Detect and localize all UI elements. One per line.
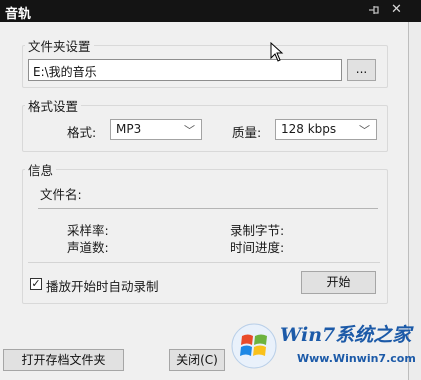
watermark-text: Win7系统之家 (280, 324, 412, 346)
channels-label: 声道数: (67, 240, 109, 255)
open-archive-folder-button[interactable]: 打开存档文件夹 (3, 349, 124, 371)
window-title: 音轨 (5, 7, 32, 22)
pin-icon[interactable] (367, 3, 381, 21)
chevron-down-icon: ﹀ (184, 124, 195, 137)
info-divider (38, 208, 378, 209)
time-progress-label: 时间进度: (230, 240, 285, 255)
format-label: 格式: (67, 125, 97, 140)
start-button[interactable]: 开始 (301, 271, 376, 294)
close-icon[interactable]: ✕ (391, 3, 402, 17)
watermark-url: Www.Winwin7.com (297, 352, 416, 365)
format-select-value: MP3 (116, 122, 142, 136)
chevron-down-icon: ﹀ (359, 124, 370, 137)
folder-path-input[interactable]: E:\我的音乐 (28, 59, 342, 81)
format-settings-legend: 格式设置 (28, 99, 79, 114)
title-bar: 音轨 ✕ (0, 0, 421, 22)
format-select[interactable]: MP3 ﹀ (110, 119, 202, 140)
autorecord-label[interactable]: 播放开始时自动录制 (46, 276, 159, 295)
browse-button[interactable]: ... (347, 59, 376, 81)
watermark: Win7系统之家 Www.Winwin7.com (225, 316, 421, 380)
autorecord-checkbox[interactable]: ✓ (30, 278, 42, 290)
close-button[interactable]: 关闭(C) (169, 349, 225, 371)
quality-select-value: 128 kbps (281, 122, 337, 136)
info-legend: 信息 (28, 163, 54, 178)
info-bottom-divider (28, 262, 380, 263)
quality-select[interactable]: 128 kbps ﹀ (275, 119, 377, 140)
mouse-cursor-icon (270, 42, 284, 62)
folder-settings-legend: 文件夹设置 (28, 39, 91, 54)
windows-logo-icon (231, 323, 277, 369)
quality-label: 质量: (232, 125, 262, 140)
filename-label: 文件名: (40, 187, 82, 202)
